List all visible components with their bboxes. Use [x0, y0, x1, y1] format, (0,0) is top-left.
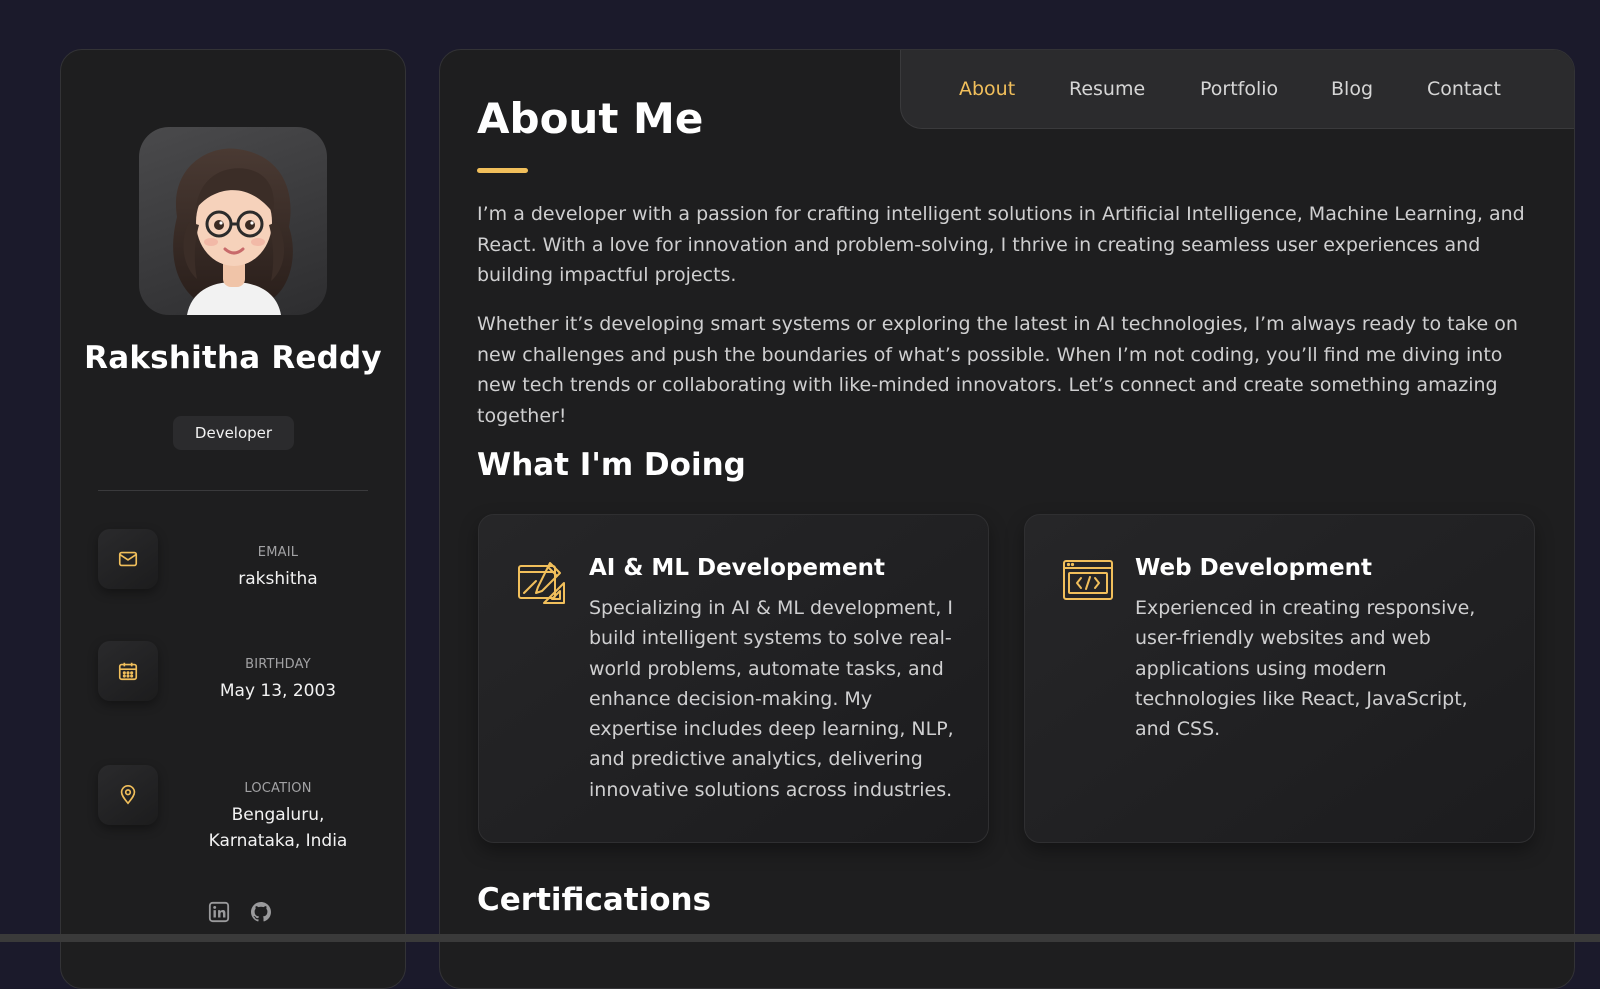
github-icon[interactable] [249, 900, 273, 924]
service-card-ai-ml: AI & ML Developement Specializing in AI … [478, 514, 989, 843]
service-title-web: Web Development [1135, 555, 1372, 581]
nav-about[interactable]: About [959, 78, 1015, 100]
email-value[interactable]: rakshitha [158, 566, 398, 592]
email-label: EMAIL [257, 545, 299, 560]
calendar-icon [98, 641, 158, 701]
social-links [207, 900, 273, 924]
window-bottom-edge [0, 934, 1600, 942]
profile-sidebar: Rakshitha Reddy Developer EMAIL rakshith… [60, 49, 406, 989]
birthday-value: May 13, 2003 [219, 681, 337, 701]
location-line-city: Bengaluru, [231, 805, 325, 825]
nav-blog[interactable]: Blog [1331, 78, 1373, 100]
design-tools-icon [516, 557, 568, 609]
profile-name: Rakshitha Reddy [84, 340, 382, 376]
nav-portfolio[interactable]: Portfolio [1200, 78, 1278, 100]
service-title-ai-ml: AI & ML Developement [589, 555, 885, 581]
mail-icon [98, 529, 158, 589]
location-pin-icon [98, 765, 158, 825]
location-line-region: Karnataka, India [208, 831, 348, 851]
about-paragraph-2: Whether it’s developing smart systems or… [477, 313, 1518, 427]
birthday-label: BIRTHDAY [245, 657, 311, 672]
top-navbar: About Resume Portfolio Blog Contact [900, 50, 1574, 129]
services-title: What I'm Doing [477, 447, 746, 483]
sidebar-divider [98, 490, 368, 491]
main-panel: About Resume Portfolio Blog Contact Abou… [439, 49, 1575, 989]
title-underline [477, 168, 528, 173]
role-badge: Developer [173, 416, 294, 450]
service-text-ai-ml: Specializing in AI & ML development, I b… [589, 597, 954, 801]
service-card-web: Web Development Experienced in creating … [1024, 514, 1535, 843]
code-window-icon [1062, 557, 1114, 609]
nav-contact[interactable]: Contact [1427, 78, 1501, 100]
linkedin-icon[interactable] [207, 900, 231, 924]
avatar [139, 127, 327, 315]
page-title: About Me [477, 94, 704, 143]
service-text-web: Experienced in creating responsive, user… [1135, 597, 1476, 741]
certifications-title: Certifications [477, 882, 712, 918]
nav-resume[interactable]: Resume [1069, 78, 1145, 100]
about-paragraph-1: I’m a developer with a passion for craft… [477, 203, 1525, 286]
location-label: LOCATION [244, 781, 312, 796]
